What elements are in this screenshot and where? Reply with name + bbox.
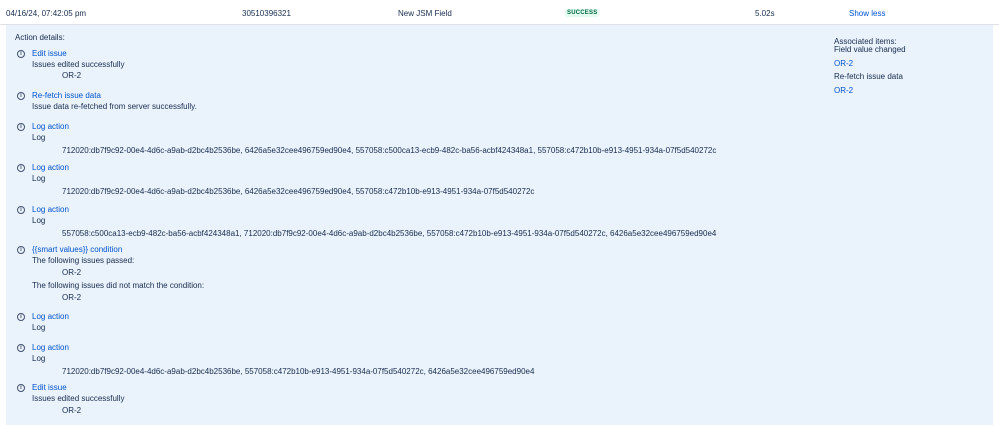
associated-issue-link[interactable]: OR-2: [834, 86, 853, 95]
condition-failed-label: The following issues did not match the c…: [32, 281, 205, 290]
action-title-link[interactable]: Re-fetch issue data: [32, 91, 101, 100]
action-entry-log: i Log action Log 557058:c500ca13-ecb9-48…: [6, 205, 806, 241]
info-icon: i: [17, 246, 25, 254]
info-icon: i: [17, 206, 25, 214]
action-details-panel: Action details: i Edit issue Issues edit…: [6, 25, 993, 425]
log-label: Log: [32, 133, 46, 142]
row-duration: 5.02s: [755, 9, 775, 18]
log-label: Log: [32, 174, 46, 183]
log-message: 557058:c500ca13-ecb9-482c-ba56-acbf42434…: [62, 229, 717, 238]
info-icon: i: [17, 384, 25, 392]
action-message: Issues edited successfully: [32, 394, 125, 403]
action-title-link[interactable]: Edit issue: [32, 383, 67, 392]
info-icon: i: [17, 50, 25, 58]
row-id: 30510396321: [242, 9, 291, 18]
log-label: Log: [32, 323, 46, 332]
issue-key: OR-2: [62, 406, 82, 415]
info-icon: i: [17, 344, 25, 352]
action-title-link[interactable]: {{smart values}} condition: [32, 245, 122, 254]
action-title-link[interactable]: Log action: [32, 312, 69, 321]
action-title-link[interactable]: Log action: [32, 343, 69, 352]
status-badge: SUCCESS: [565, 9, 600, 17]
associated-items-subtitle: Field value changed: [834, 45, 906, 54]
action-entry-log: i Log action Log 712020:db7f9c92-00e4-4d…: [6, 122, 806, 158]
action-entry-condition: i {{smart values}} condition The followi…: [6, 245, 806, 305]
associated-refetch-label: Re-fetch issue data: [834, 72, 903, 81]
action-message: Issues edited successfully: [32, 60, 125, 69]
log-message: 712020:db7f9c92-00e4-4d6c-a9ab-d2bc4b253…: [62, 367, 535, 376]
log-label: Log: [32, 216, 46, 225]
info-icon: i: [17, 92, 25, 100]
issue-key: OR-2: [62, 71, 82, 80]
log-message: 712020:db7f9c92-00e4-4d6c-a9ab-d2bc4b253…: [62, 146, 717, 155]
action-message: Issue data re-fetched from server succes…: [32, 102, 197, 111]
show-less-link[interactable]: Show less: [849, 9, 885, 18]
condition-passed-label: The following issues passed:: [32, 256, 135, 265]
info-icon: i: [17, 164, 25, 172]
action-entry-log: i Log action Log: [6, 312, 806, 336]
issue-key: OR-2: [62, 268, 82, 277]
row-rule-name: New JSM Field: [398, 9, 452, 18]
info-icon: i: [17, 123, 25, 131]
action-title-link[interactable]: Edit issue: [32, 49, 67, 58]
audit-log-row[interactable]: 04/16/24, 07:42:05 pm 30510396321 New JS…: [0, 0, 999, 25]
action-entry-edit-issue: i Edit issue Issues edited successfully …: [6, 383, 806, 419]
action-entry-edit-issue: i Edit issue Issues edited successfully …: [6, 49, 806, 85]
action-entry-refetch: i Re-fetch issue data Issue data re-fetc…: [6, 91, 806, 115]
row-date: 04/16/24, 07:42:05 pm: [6, 9, 87, 18]
info-icon: i: [17, 313, 25, 321]
action-entry-log: i Log action Log 712020:db7f9c92-00e4-4d…: [6, 163, 806, 199]
action-title-link[interactable]: Log action: [32, 205, 69, 214]
action-entry-log: i Log action Log 712020:db7f9c92-00e4-4d…: [6, 343, 806, 379]
log-message: 712020:db7f9c92-00e4-4d6c-a9ab-d2bc4b253…: [62, 187, 535, 196]
action-details-title: Action details:: [15, 33, 65, 42]
log-label: Log: [32, 354, 46, 363]
action-title-link[interactable]: Log action: [32, 163, 69, 172]
action-title-link[interactable]: Log action: [32, 122, 69, 131]
associated-issue-link[interactable]: OR-2: [834, 59, 853, 68]
issue-key: OR-2: [62, 293, 82, 302]
